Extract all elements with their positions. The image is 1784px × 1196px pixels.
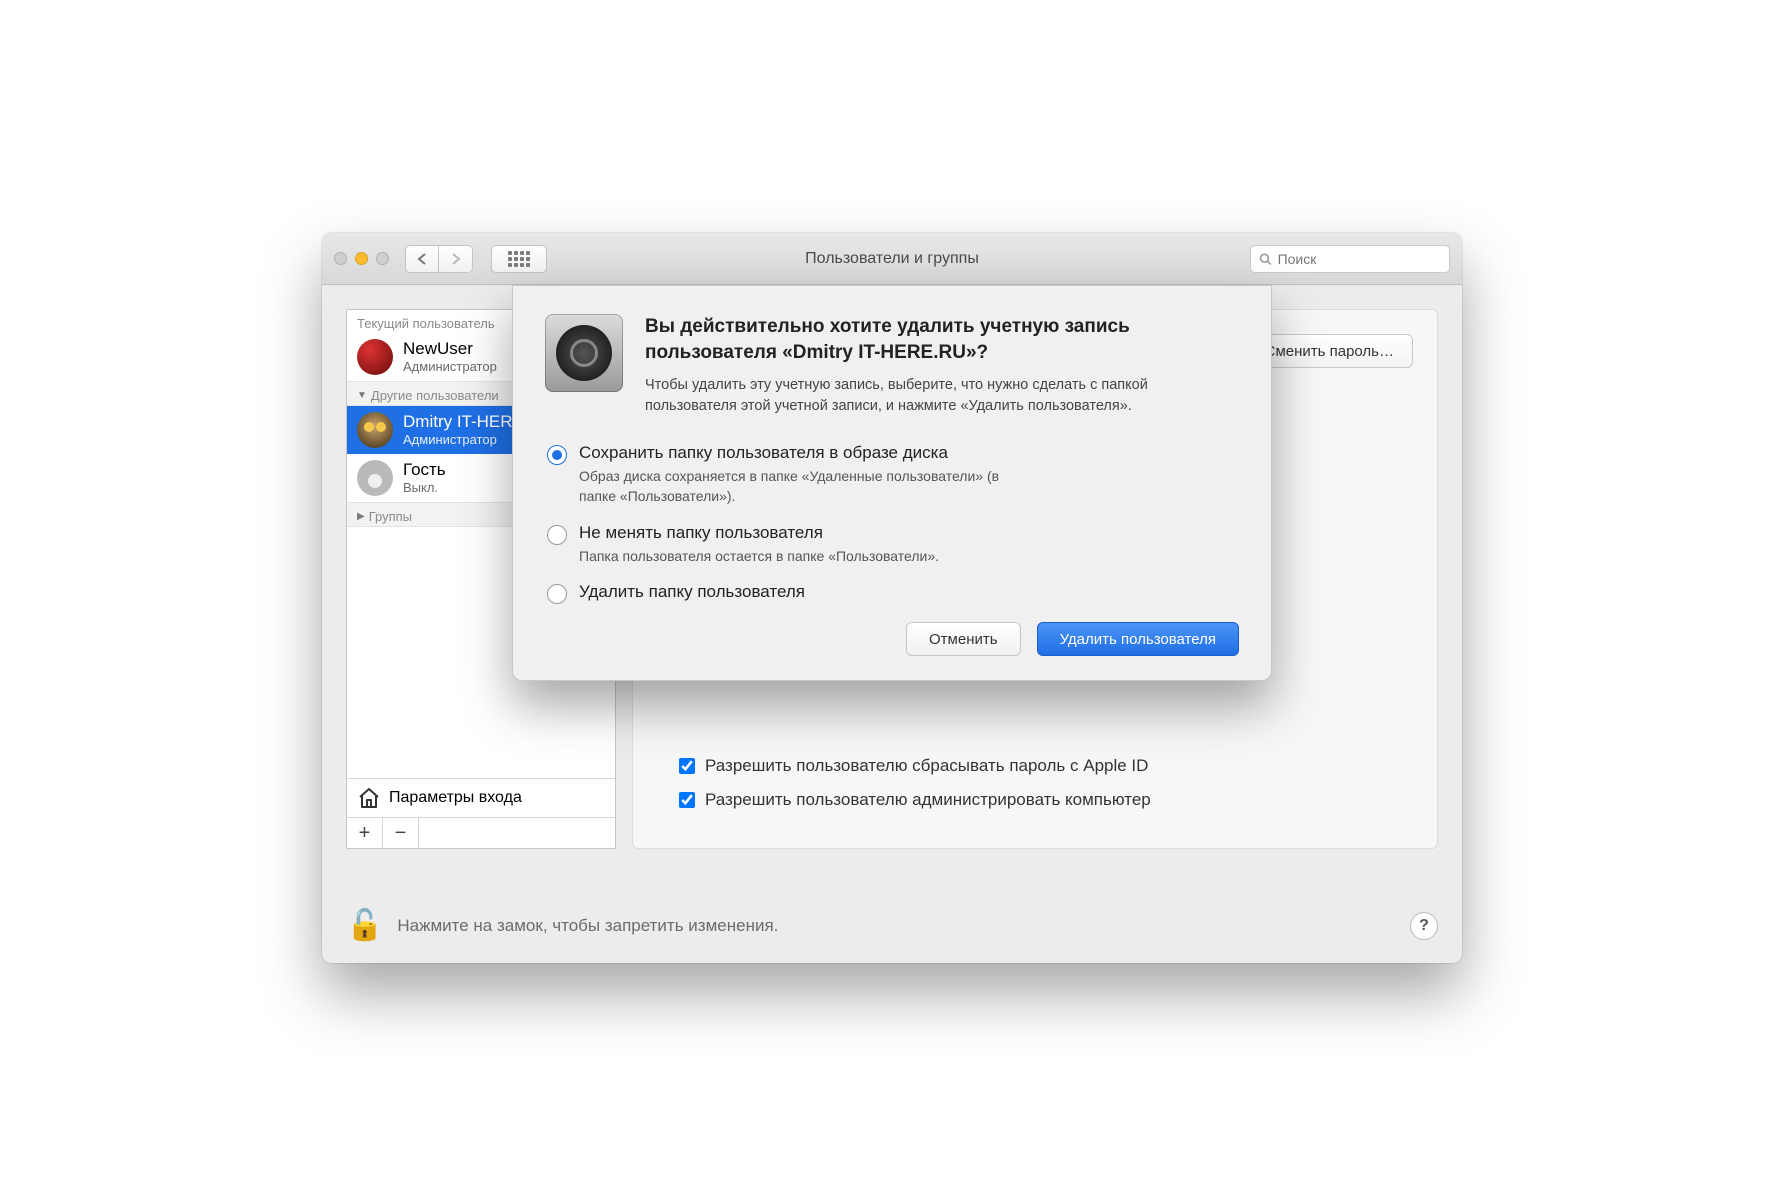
option-label: Удалить папку пользователя [579, 582, 805, 602]
window-controls [334, 252, 389, 265]
minimize-window-button[interactable] [355, 252, 368, 265]
cancel-button[interactable]: Отменить [906, 622, 1021, 656]
remove-user-button[interactable]: − [383, 818, 419, 848]
system-prefs-icon [545, 314, 623, 392]
checkbox-row-reset-appleid[interactable]: Разрешить пользователю сбрасывать пароль… [679, 756, 1151, 776]
preferences-window: Пользователи и группы Текущий пользовате… [322, 233, 1462, 963]
option-label: Сохранить папку пользователя в образе ди… [579, 443, 1019, 463]
show-all-button[interactable] [491, 245, 547, 273]
add-user-button[interactable]: + [347, 818, 383, 848]
lock-row: 🔓 Нажмите на замок, чтобы запретить изме… [346, 908, 1438, 943]
search-field[interactable] [1250, 245, 1450, 273]
checkbox-reset-appleid[interactable] [679, 758, 695, 774]
close-window-button[interactable] [334, 252, 347, 265]
checkbox-label: Разрешить пользователю сбрасывать пароль… [705, 756, 1148, 776]
user-role: Администратор [403, 359, 497, 374]
option-save-disk-image[interactable]: Сохранить папку пользователя в образе ди… [547, 443, 1239, 506]
login-options-label: Параметры входа [389, 789, 522, 807]
avatar [357, 460, 393, 496]
option-label: Не менять папку пользователя [579, 523, 939, 543]
modal-options: Сохранить папку пользователя в образе ди… [547, 443, 1239, 606]
toolbar: Пользователи и группы [322, 233, 1462, 285]
unlock-icon[interactable]: 🔓 [346, 908, 383, 943]
radio-button[interactable] [547, 584, 567, 604]
radio-button[interactable] [547, 525, 567, 545]
modal-description: Чтобы удалить эту учетную запись, выбери… [645, 375, 1239, 417]
user-name: Гость [403, 461, 446, 480]
option-keep-folder[interactable]: Не менять папку пользователя Папка польз… [547, 523, 1239, 567]
modal-title: Вы действительно хотите удалить учетную … [645, 314, 1239, 365]
user-role: Выкл. [403, 480, 446, 495]
search-icon [1259, 252, 1272, 266]
back-button[interactable] [405, 245, 439, 273]
checkbox-label: Разрешить пользователю администрировать … [705, 790, 1151, 810]
search-input[interactable] [1278, 251, 1441, 267]
checkbox-row-admin[interactable]: Разрешить пользователю администрировать … [679, 790, 1151, 810]
disclosure-triangle-icon: ▼ [357, 390, 367, 401]
lock-hint-text: Нажмите на замок, чтобы запретить измене… [397, 916, 778, 936]
forward-button[interactable] [439, 245, 473, 273]
option-delete-folder[interactable]: Удалить папку пользователя [547, 582, 1239, 606]
avatar [357, 412, 393, 448]
zoom-window-button[interactable] [376, 252, 389, 265]
delete-user-sheet: Вы действительно хотите удалить учетную … [512, 285, 1272, 681]
user-name: NewUser [403, 340, 497, 359]
avatar [357, 339, 393, 375]
disclosure-triangle-icon: ▶ [357, 511, 365, 522]
radio-button[interactable] [547, 445, 567, 465]
delete-user-button[interactable]: Удалить пользователя [1037, 622, 1239, 656]
checkbox-admin[interactable] [679, 792, 695, 808]
option-description: Папка пользователя остается в папке «Пол… [579, 547, 939, 567]
nav-segment [405, 245, 473, 273]
house-icon [357, 787, 381, 809]
help-button[interactable]: ? [1410, 912, 1438, 940]
add-remove-bar: + − [347, 817, 615, 848]
login-options-row[interactable]: Параметры входа [347, 778, 615, 817]
option-description: Образ диска сохраняется в папке «Удаленн… [579, 467, 1019, 506]
